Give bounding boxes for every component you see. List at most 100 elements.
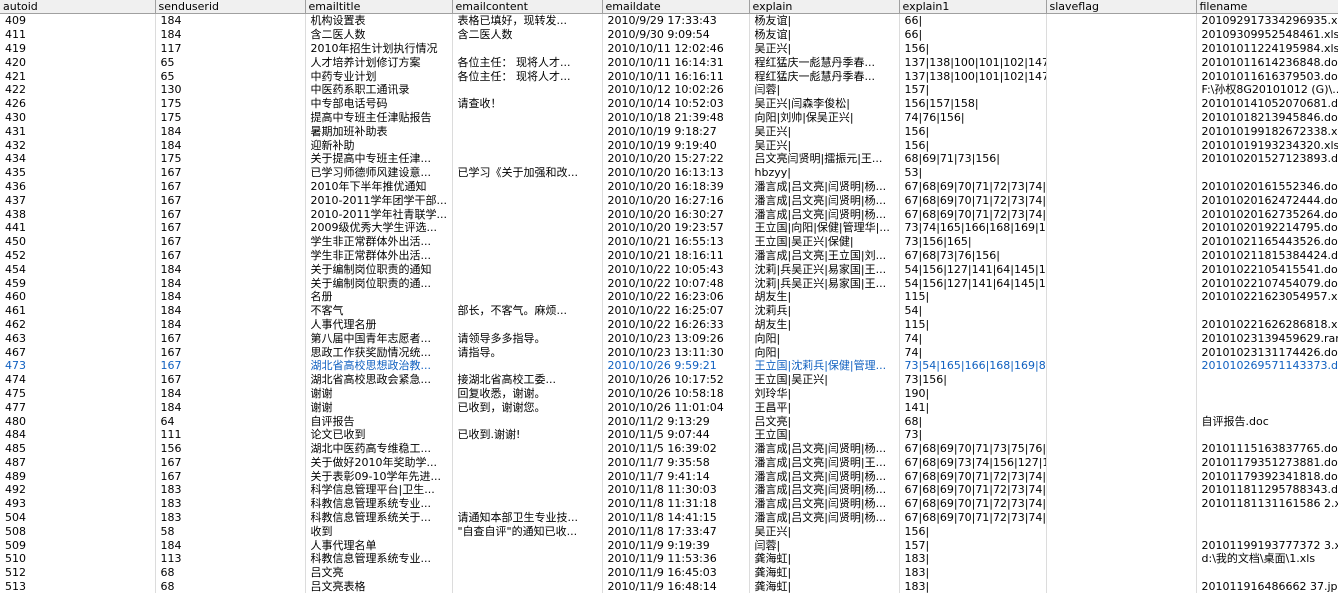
cell-emaildate[interactable]: 2010/11/5 16:39:02 [602, 441, 750, 456]
cell-emailtitle[interactable]: 2010年招生计划执行情况 [305, 41, 453, 56]
cell-emailtitle[interactable]: 关于提高中专班主任津... [305, 151, 453, 166]
cell-autoid[interactable]: 485 [0, 441, 156, 456]
cell-emailtitle[interactable]: 含二医人数 [305, 27, 453, 42]
cell-explain[interactable]: 吴正兴| [749, 524, 900, 539]
cell-emailcontent[interactable]: 表格已填好，现转发... [452, 13, 603, 28]
cell-explain[interactable]: 吴正兴| [749, 41, 900, 56]
cell-slaveflag[interactable] [1046, 138, 1197, 152]
cell-emailcontent[interactable]: 接湖北省高校工委... [452, 372, 603, 387]
table-row[interactable]: 504 183 科教信息管理系统关于... 请通知本部卫生专业技... 2010/11/… [0, 510, 1338, 525]
cell-emailcontent[interactable] [452, 179, 603, 194]
cell-explain1[interactable]: 157| [899, 538, 1047, 553]
cell-explain1[interactable]: 67|68|69|70|71|72|73|74|75|... [899, 193, 1047, 208]
cell-senduserid[interactable]: 175 [155, 110, 306, 125]
cell-filename[interactable] [1196, 427, 1338, 442]
cell-emailcontent[interactable] [452, 538, 603, 553]
cell-emailtitle[interactable]: 科学信息管理平台|卫生... [305, 483, 453, 497]
cell-explain[interactable]: 吴正兴|闫森李俊松| [749, 96, 900, 111]
cell-autoid[interactable]: 475 [0, 386, 156, 401]
cell-emaildate[interactable]: 2010/10/11 16:16:11 [602, 69, 750, 83]
cell-emailtitle[interactable]: 关于编制岗位职责的通... [305, 276, 453, 290]
cell-slaveflag[interactable] [1046, 524, 1197, 539]
cell-explain1[interactable]: 183| [899, 552, 1047, 566]
cell-autoid[interactable]: 454 [0, 262, 156, 277]
table-row[interactable]: 513 68 吕文亮表格 2010/11/9 16:48:14 龚海虹| 183| 2010… [0, 579, 1338, 594]
column-header-emaildate[interactable]: emaildate [602, 0, 750, 14]
table-row[interactable]: 461 184 不客气 部长，不客气。麻烦... 2010/10/22 16:25:07… [0, 303, 1338, 318]
cell-emaildate[interactable]: 2010/10/21 18:16:11 [602, 248, 750, 263]
cell-explain[interactable]: 向阳| [749, 331, 900, 346]
cell-slaveflag[interactable] [1046, 179, 1197, 194]
cell-autoid[interactable]: 450 [0, 234, 156, 249]
cell-explain[interactable]: 龚海虹| [749, 552, 900, 566]
cell-explain1[interactable]: 68| [899, 414, 1047, 428]
cell-explain1[interactable]: 74| [899, 345, 1047, 359]
cell-autoid[interactable]: 441 [0, 220, 156, 235]
table-row[interactable]: 436 167 2010年下半年推优通知 2010/10/20 16:18:39 潘言成… [0, 179, 1338, 194]
cell-emailcontent[interactable]: 含二医人数 [452, 27, 603, 42]
cell-emailtitle[interactable]: 吕文亮表格 [305, 579, 453, 594]
cell-explain[interactable]: 吕文亮| [749, 414, 900, 428]
cell-emailcontent[interactable] [452, 469, 603, 484]
cell-autoid[interactable]: 422 [0, 82, 156, 97]
cell-filename[interactable] [1196, 303, 1338, 318]
cell-slaveflag[interactable] [1046, 193, 1197, 208]
cell-emaildate[interactable]: 2010/10/14 10:52:03 [602, 96, 750, 111]
cell-emailcontent[interactable] [452, 552, 603, 566]
cell-emailcontent[interactable]: "自查自评"的通知已收... [452, 524, 603, 539]
cell-autoid[interactable]: 426 [0, 96, 156, 111]
cell-explain[interactable]: 龚海虹| [749, 579, 900, 594]
cell-filename[interactable]: 20101023139459629.rar [1196, 331, 1338, 346]
cell-emailtitle[interactable]: 人才培养计划修订方案 [305, 55, 453, 70]
cell-senduserid[interactable]: 167 [155, 372, 306, 387]
cell-explain1[interactable]: 156| [899, 524, 1047, 539]
cell-emaildate[interactable]: 2010/10/22 16:26:33 [602, 317, 750, 332]
cell-senduserid[interactable]: 184 [155, 262, 306, 277]
cell-autoid[interactable]: 459 [0, 276, 156, 290]
table-row[interactable]: 420 65 人才培养计划修订方案 各位主任： 现将人才... 2010/10/11 1… [0, 55, 1338, 70]
cell-autoid[interactable]: 438 [0, 207, 156, 221]
cell-emaildate[interactable]: 2010/11/9 11:53:36 [602, 552, 750, 566]
cell-emailtitle[interactable]: 2010年下半年推优通知 [305, 179, 453, 194]
cell-explain[interactable]: 潘言成|吕文亮|闫贤明|杨... [749, 496, 900, 511]
cell-emaildate[interactable]: 2010/10/26 11:01:04 [602, 400, 750, 415]
cell-senduserid[interactable]: 65 [155, 55, 306, 70]
cell-emailtitle[interactable]: 2010-2011学年团学干部... [305, 193, 453, 208]
cell-autoid[interactable]: 462 [0, 317, 156, 332]
cell-emailcontent[interactable]: 回复收悉，谢谢。 [452, 386, 603, 401]
cell-emailcontent[interactable] [452, 110, 603, 125]
cell-emaildate[interactable]: 2010/10/26 10:58:18 [602, 386, 750, 401]
cell-slaveflag[interactable] [1046, 82, 1197, 97]
cell-autoid[interactable]: 463 [0, 331, 156, 346]
cell-emailtitle[interactable]: 科教信息管理系统专业... [305, 496, 453, 511]
cell-emailtitle[interactable]: 人事代理名单 [305, 538, 453, 553]
cell-slaveflag[interactable] [1046, 358, 1197, 373]
cell-autoid[interactable]: 461 [0, 303, 156, 318]
cell-senduserid[interactable]: 65 [155, 69, 306, 83]
column-header-emailtitle[interactable]: emailtitle [305, 0, 453, 14]
cell-emailtitle[interactable]: 思政工作获奖励情况统... [305, 345, 453, 359]
table-row[interactable]: 480 64 自评报告 2010/11/2 9:13:29 吕文亮| 68| 自评报告.do… [0, 414, 1338, 428]
cell-senduserid[interactable]: 184 [155, 289, 306, 304]
cell-filename[interactable]: 20101199193777372 3.xls [1196, 538, 1338, 553]
cell-emailcontent[interactable]: 已收到.谢谢! [452, 427, 603, 442]
cell-autoid[interactable]: 434 [0, 151, 156, 166]
cell-explain[interactable]: 杨友谊| [749, 13, 900, 28]
cell-explain[interactable]: hbzyy| [749, 165, 900, 180]
cell-explain1[interactable]: 183| [899, 565, 1047, 580]
table-row[interactable]: 450 167 学生非正常群体外出活... 2010/10/21 16:55:13 王立… [0, 234, 1338, 249]
cell-explain[interactable]: 杨友谊| [749, 27, 900, 42]
cell-autoid[interactable]: 437 [0, 193, 156, 208]
cell-emailtitle[interactable]: 学生非正常群体外出活... [305, 248, 453, 263]
cell-explain[interactable]: 向阳| [749, 345, 900, 359]
cell-filename[interactable]: 201010269571143373.doc [1196, 358, 1338, 373]
cell-senduserid[interactable]: 167 [155, 165, 306, 180]
column-header-emailcontent[interactable]: emailcontent [452, 0, 603, 14]
cell-filename[interactable]: 20101023131174426.doc [1196, 345, 1338, 359]
cell-emailcontent[interactable] [452, 483, 603, 497]
cell-filename[interactable]: 201010141052070681.doc [1196, 96, 1338, 111]
cell-autoid[interactable]: 474 [0, 372, 156, 387]
cell-slaveflag[interactable] [1046, 469, 1197, 484]
cell-emaildate[interactable]: 2010/10/11 12:02:46 [602, 41, 750, 56]
cell-emailtitle[interactable]: 名册 [305, 289, 453, 304]
